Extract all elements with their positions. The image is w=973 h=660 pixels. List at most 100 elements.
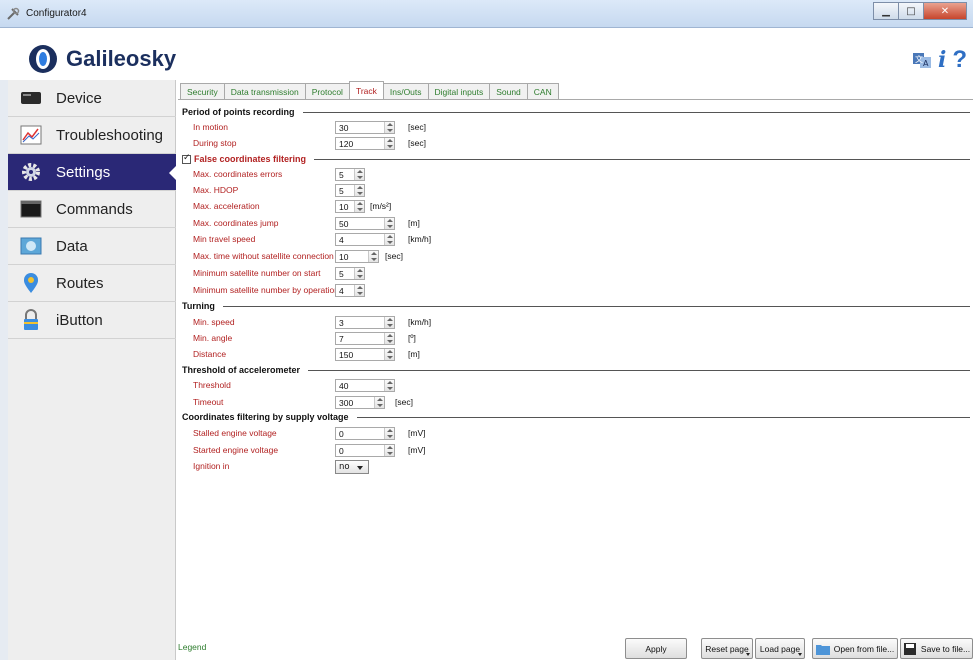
min-angle-spinbox[interactable]: 7 [335,332,395,345]
setting-label: Max. coordinates errors [193,169,283,179]
setting-label: Max. HDOP [193,185,239,195]
title-bar: Configurator4 ▁ □ ✕ [0,0,973,28]
min-satellite-by-operation-spinbox[interactable]: 4 [335,284,365,297]
min-satellite-on-start-spinbox[interactable]: 5 [335,267,365,280]
language-icon[interactable]: 文 A [912,50,932,70]
setting-label: Max. acceleration [193,201,260,211]
setting-label: Min. angle [193,333,233,343]
data-icon [20,237,42,255]
started-engine-voltage-spinbox[interactable]: 0 [335,444,395,457]
folder-icon [815,644,830,655]
timeout-spinbox[interactable]: 300 [335,396,385,409]
tab-sound[interactable]: Sound [489,83,528,99]
tab-data-transmission[interactable]: Data transmission [223,83,306,99]
load-page-button[interactable]: Load page [755,638,805,659]
tab-can[interactable]: CAN [526,83,559,99]
app-header: Galileosky 文 A i ? [8,38,973,80]
svg-text:A: A [923,59,929,68]
sidebar-item-troubleshooting[interactable]: Troubleshooting [8,117,176,154]
setting-row-timeout: Timeout 300 [sec] [193,396,493,410]
sidebar-item-label: Data [56,237,88,255]
unit-label: [km/h] [408,234,432,244]
false-coordinates-filtering-checkbox[interactable] [182,153,191,164]
max-coordinates-jump-spinbox[interactable]: 50 [335,217,395,230]
unit-label: [km/h] [408,317,432,327]
save-icon [903,642,916,655]
galileosky-logo: Galileosky [28,44,176,74]
max-time-without-satellite-spinbox[interactable]: 10 [335,250,379,263]
lock-icon [24,309,38,330]
apply-button[interactable]: Apply [625,638,687,659]
in-motion-spinbox[interactable]: 30 [335,121,395,134]
info-icon[interactable]: i [938,47,946,73]
ignition-in-select[interactable]: no [335,460,369,474]
maximize-button[interactable]: □ [898,2,924,20]
sidebar-item-label: Commands [56,200,133,218]
unit-label: [sec] [395,397,413,407]
min-travel-speed-spinbox[interactable]: 4 [335,233,395,246]
tab-digital-inputs[interactable]: Digital inputs [427,83,491,99]
setting-row-min-satellite-by-operation: Minimum satellite number by operation 4 [193,284,493,298]
minimize-button[interactable]: ▁ [873,2,899,20]
unit-label: [sec] [408,122,426,132]
tab-security[interactable]: Security [180,83,225,99]
chevron-down-icon [357,466,363,470]
max-coordinates-errors-spinbox[interactable]: 5 [335,168,365,181]
setting-label: Threshold [193,380,231,390]
section-threshold-of-accelerometer: Threshold of accelerometer [182,364,970,376]
max-acceleration-spinbox[interactable]: 10 [335,200,365,213]
setting-label: Min travel speed [193,234,256,244]
setting-row-threshold: Threshold 40 [193,379,493,393]
help-icon[interactable]: ? [952,46,967,74]
section-turning: Turning [182,300,970,312]
distance-spinbox[interactable]: 150 [335,348,395,361]
min-speed-spinbox[interactable]: 3 [335,316,395,329]
sidebar-item-label: Settings [56,163,111,181]
setting-row-max-acceleration: Max. acceleration 10 [m/s²] [193,200,493,214]
unit-label: [m/s²] [370,201,392,211]
brand-name: Galileosky [66,46,177,71]
setting-row-max-coordinates-errors: Max. coordinates errors 5 [193,168,493,182]
setting-label: In motion [193,122,228,132]
max-hdop-spinbox[interactable]: 5 [335,184,365,197]
stalled-engine-voltage-spinbox[interactable]: 0 [335,427,395,440]
tab-protocol[interactable]: Protocol [304,83,350,99]
sidebar-item-commands[interactable]: Commands [8,191,176,228]
section-period-of-points-recording: Period of points recording [182,106,970,118]
tab-track[interactable]: Track [348,81,384,99]
sidebar-item-data[interactable]: Data [8,228,176,265]
legend-link[interactable]: Legend [178,642,206,652]
setting-row-distance: Distance 150 [m] [193,348,493,362]
sidebar-item-ibutton[interactable]: iButton [8,302,176,339]
sidebar-item-routes[interactable]: Routes [8,265,176,302]
setting-label: Distance [193,349,227,359]
sidebar-item-label: Troubleshooting [56,126,164,144]
tab-ins-outs[interactable]: Ins/Outs [382,83,429,99]
setting-label: Max. time without satellite connection [193,251,334,261]
setting-row-max-coordinates-jump: Max. coordinates jump 50 [m] [193,217,493,231]
save-to-file-button[interactable]: Save to file... [900,638,973,659]
unit-label: [º] [408,333,416,343]
bottom-bar: Legend Apply Reset page Load page Open f… [178,634,973,660]
section-title: Period of points recording [182,107,295,117]
close-button[interactable]: ✕ [923,2,967,20]
section-title: Coordinates filtering by supply voltage [182,412,349,422]
sidebar-item-label: Device [56,89,102,107]
settings-tabs: Security Data transmission Protocol Trac… [180,81,559,99]
sidebar-item-label: Routes [56,274,104,292]
logo-icon [29,45,57,73]
sidebar: Device Troubleshooting Settings Commands… [8,80,176,660]
setting-label: Stalled engine voltage [193,428,277,438]
reset-page-button[interactable]: Reset page [701,638,753,659]
sidebar-item-device[interactable]: Device [8,80,176,117]
setting-row-in-motion: In motion 30 [sec] [193,121,493,135]
setting-row-min-speed: Min. speed 3 [km/h] [193,316,493,330]
threshold-spinbox[interactable]: 40 [335,379,395,392]
during-stop-spinbox[interactable]: 120 [335,137,395,150]
open-from-file-button[interactable]: Open from file... [812,638,898,659]
section-false-coordinates-filtering: False coordinates filtering [182,153,970,165]
device-icon [21,92,41,104]
sidebar-item-settings[interactable]: Settings [8,154,176,191]
setting-label: Min. speed [193,317,235,327]
unit-label: [sec] [385,251,403,261]
